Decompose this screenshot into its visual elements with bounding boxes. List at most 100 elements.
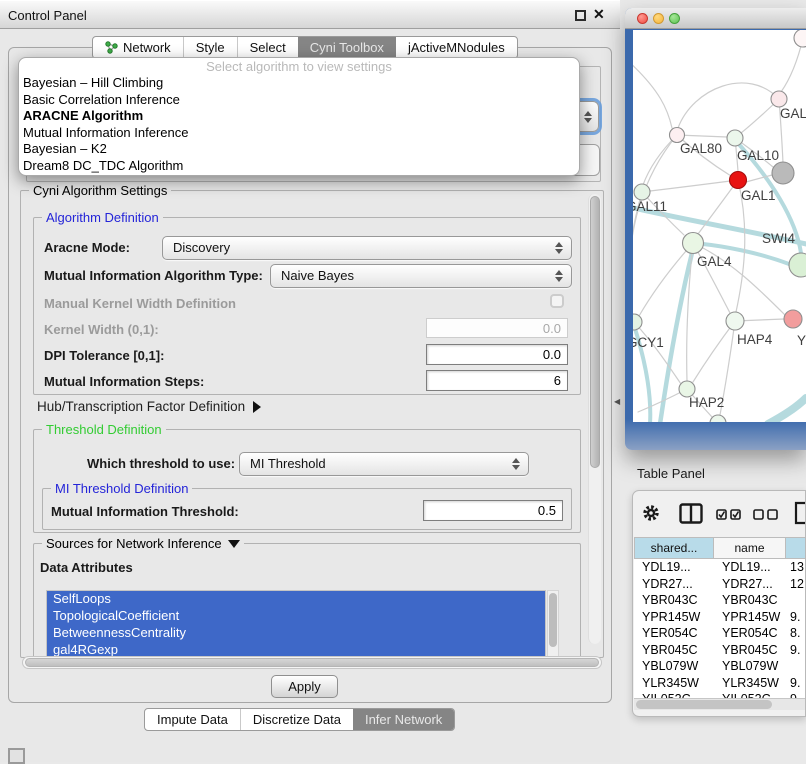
mi-threshold-field[interactable]: 0.5 — [423, 500, 563, 521]
manual-kernel-checkbox[interactable] — [550, 294, 564, 308]
table-cell: YBR045C — [714, 642, 786, 659]
table-row[interactable]: YLR345WYLR345W9. — [634, 675, 806, 692]
manual-kernel-label: Manual Kernel Width Definition — [44, 296, 236, 311]
network-node-gal1[interactable] — [730, 172, 747, 189]
cyni-bottom-tabstrip: Impute DataDiscretize DataInfer Network — [144, 708, 455, 731]
node-label-y: Y — [797, 333, 806, 348]
bottom-tab-impute-data[interactable]: Impute Data — [145, 709, 240, 730]
table-cell: YDR27... — [714, 576, 786, 593]
table-row[interactable]: YBR045CYBR045C9. — [634, 642, 806, 659]
table-row[interactable]: YIL052CYIL052C9 — [634, 691, 806, 698]
table-cell: 9. — [786, 609, 806, 626]
column-header-2[interactable] — [786, 537, 806, 559]
table-row[interactable]: YDR27...YDR27...12 — [634, 576, 806, 593]
popup-item-aracne-algorithm[interactable]: ARACNE Algorithm — [19, 108, 579, 125]
unchecked-pair-icon[interactable] — [753, 509, 779, 520]
popup-item-mutual-information-inference[interactable]: Mutual Information Inference — [19, 125, 579, 142]
popup-item-dream8-dc-tdc-algorithm[interactable]: Dream8 DC_TDC Algorithm — [19, 158, 579, 175]
table-cell: YLR345W — [634, 675, 714, 692]
table-cell: YBR043C — [634, 592, 714, 609]
network-node[interactable] — [794, 30, 806, 47]
network-node-gal11[interactable] — [634, 184, 650, 200]
hub-definition-toggle[interactable]: Hub/Transcription Factor Definition — [37, 399, 261, 414]
mac-minimize-icon[interactable] — [653, 13, 664, 24]
table-horizontal-scrollbar[interactable] — [634, 698, 806, 710]
popup-item-basic-correlation-inference[interactable]: Basic Correlation Inference — [19, 92, 579, 109]
kernel-width-field[interactable]: 0.0 — [426, 318, 568, 338]
tab-style[interactable]: Style — [183, 37, 237, 58]
popup-item-bayesian-hill-climbing[interactable]: Bayesian – Hill Climbing — [19, 75, 579, 92]
network-node-y[interactable] — [784, 310, 802, 328]
aracne-mode-combobox[interactable]: Discovery — [162, 236, 572, 260]
control-panel-title: Control Panel — [8, 8, 87, 23]
sources-group: Sources for Network Inference Data Attri… — [33, 543, 581, 659]
node-label-gal11: GAL11 — [633, 199, 667, 214]
float-window-icon[interactable] — [575, 10, 586, 21]
columns-icon[interactable] — [679, 503, 703, 524]
table-cell — [786, 592, 806, 609]
table-cell: YER054C — [634, 625, 714, 642]
node-label-gal1: GAL1 — [741, 188, 776, 203]
mi-threshold-group: MI Threshold Definition Mutual Informati… — [42, 488, 572, 530]
attribute-item-topologicalcoefficient[interactable]: TopologicalCoefficient — [47, 608, 545, 625]
dpi-tolerance-field[interactable]: 0.0 — [426, 344, 568, 365]
network-edge — [678, 83, 779, 128]
sources-group-title[interactable]: Sources for Network Inference — [42, 536, 244, 551]
network-node-swi4[interactable] — [789, 253, 806, 277]
tab-cyni-toolbox[interactable]: Cyni Toolbox — [298, 37, 396, 58]
network-node-gcy1[interactable] — [633, 314, 642, 330]
combo-stepper-icon — [553, 265, 565, 287]
network-node[interactable] — [772, 162, 794, 184]
table-row[interactable]: YPR145WYPR145W9. — [634, 609, 806, 626]
popup-prompt: Select algorithm to view settings — [19, 59, 579, 75]
node-label-hap2: HAP2 — [689, 395, 724, 410]
gear-icon[interactable] — [642, 504, 660, 522]
network-node-gal[interactable] — [771, 91, 787, 107]
settings-vertical-scrollbar[interactable] — [588, 194, 601, 644]
which-threshold-combobox[interactable]: MI Threshold — [239, 452, 529, 476]
network-window-titlebar[interactable] — [625, 8, 806, 29]
bottom-tab-infer-network[interactable]: Infer Network — [353, 709, 454, 730]
attributes-scrollbar[interactable] — [547, 590, 559, 660]
table-row[interactable]: YBR043CYBR043C — [634, 592, 806, 609]
table-cell: 9. — [786, 642, 806, 659]
tab-jactivemnodules[interactable]: jActiveMNodules — [396, 37, 517, 58]
file-icon[interactable] — [794, 501, 806, 525]
mac-close-icon[interactable] — [637, 13, 648, 24]
mac-zoom-icon[interactable] — [669, 13, 680, 24]
table-row[interactable]: YDL19...YDL19...13 — [634, 559, 806, 576]
bottom-tab-discretize-data[interactable]: Discretize Data — [240, 709, 353, 730]
table-row[interactable]: YER054CYER054C8. — [634, 625, 806, 642]
mi-steps-field[interactable]: 6 — [426, 370, 568, 391]
network-node-hap4[interactable] — [726, 312, 744, 330]
settings-horizontal-scrollbar[interactable] — [22, 656, 602, 669]
node-label-swi4: SWI4 — [762, 231, 795, 246]
network-node-gal4[interactable] — [683, 233, 704, 254]
control-panel: Control Panel ✕ NetworkStyleSelect Cyni T… — [0, 0, 620, 762]
close-icon[interactable]: ✕ — [593, 6, 605, 23]
tab-label: Cyni Toolbox — [310, 40, 384, 55]
table-cell: 8. — [786, 625, 806, 642]
data-attributes-list[interactable]: SelfLoopsTopologicalCoefficientBetweenne… — [46, 590, 546, 660]
network-node[interactable] — [710, 415, 726, 422]
attribute-item-selfloops[interactable]: SelfLoops — [47, 591, 545, 608]
tab-select[interactable]: Select — [237, 37, 298, 58]
mi-type-combobox[interactable]: Naive Bayes — [270, 264, 572, 288]
column-header-shared[interactable]: shared... — [634, 537, 714, 559]
node-label-hap4: HAP4 — [737, 332, 773, 347]
apply-button[interactable]: Apply — [271, 675, 338, 698]
panel-divider-grip[interactable]: ◀ — [614, 397, 620, 406]
network-node-gal10[interactable] — [727, 130, 743, 146]
tab-network[interactable]: Network — [93, 37, 183, 58]
popup-item-bayesian-k2[interactable]: Bayesian – K2 — [19, 141, 579, 158]
node-label-gal: GAL — [780, 106, 806, 121]
attribute-item-betweennesscentrality[interactable]: BetweennessCentrality — [47, 625, 545, 642]
table-row[interactable]: YBL079WYBL079W — [634, 658, 806, 675]
checked-pair-icon[interactable] — [716, 509, 742, 520]
control-panel-titlebar: Control Panel ✕ — [0, 0, 620, 29]
hub-definition-label: Hub/Transcription Factor Definition — [37, 399, 245, 414]
column-header-name[interactable]: name — [714, 537, 786, 559]
table-header-row: shared...name — [634, 537, 806, 559]
network-canvas[interactable]: GALGAL80GAL10GAL1GAL11SWI4GAL4GCY1HAP4YH… — [633, 30, 806, 422]
collapsed-arrow-icon — [253, 401, 261, 413]
